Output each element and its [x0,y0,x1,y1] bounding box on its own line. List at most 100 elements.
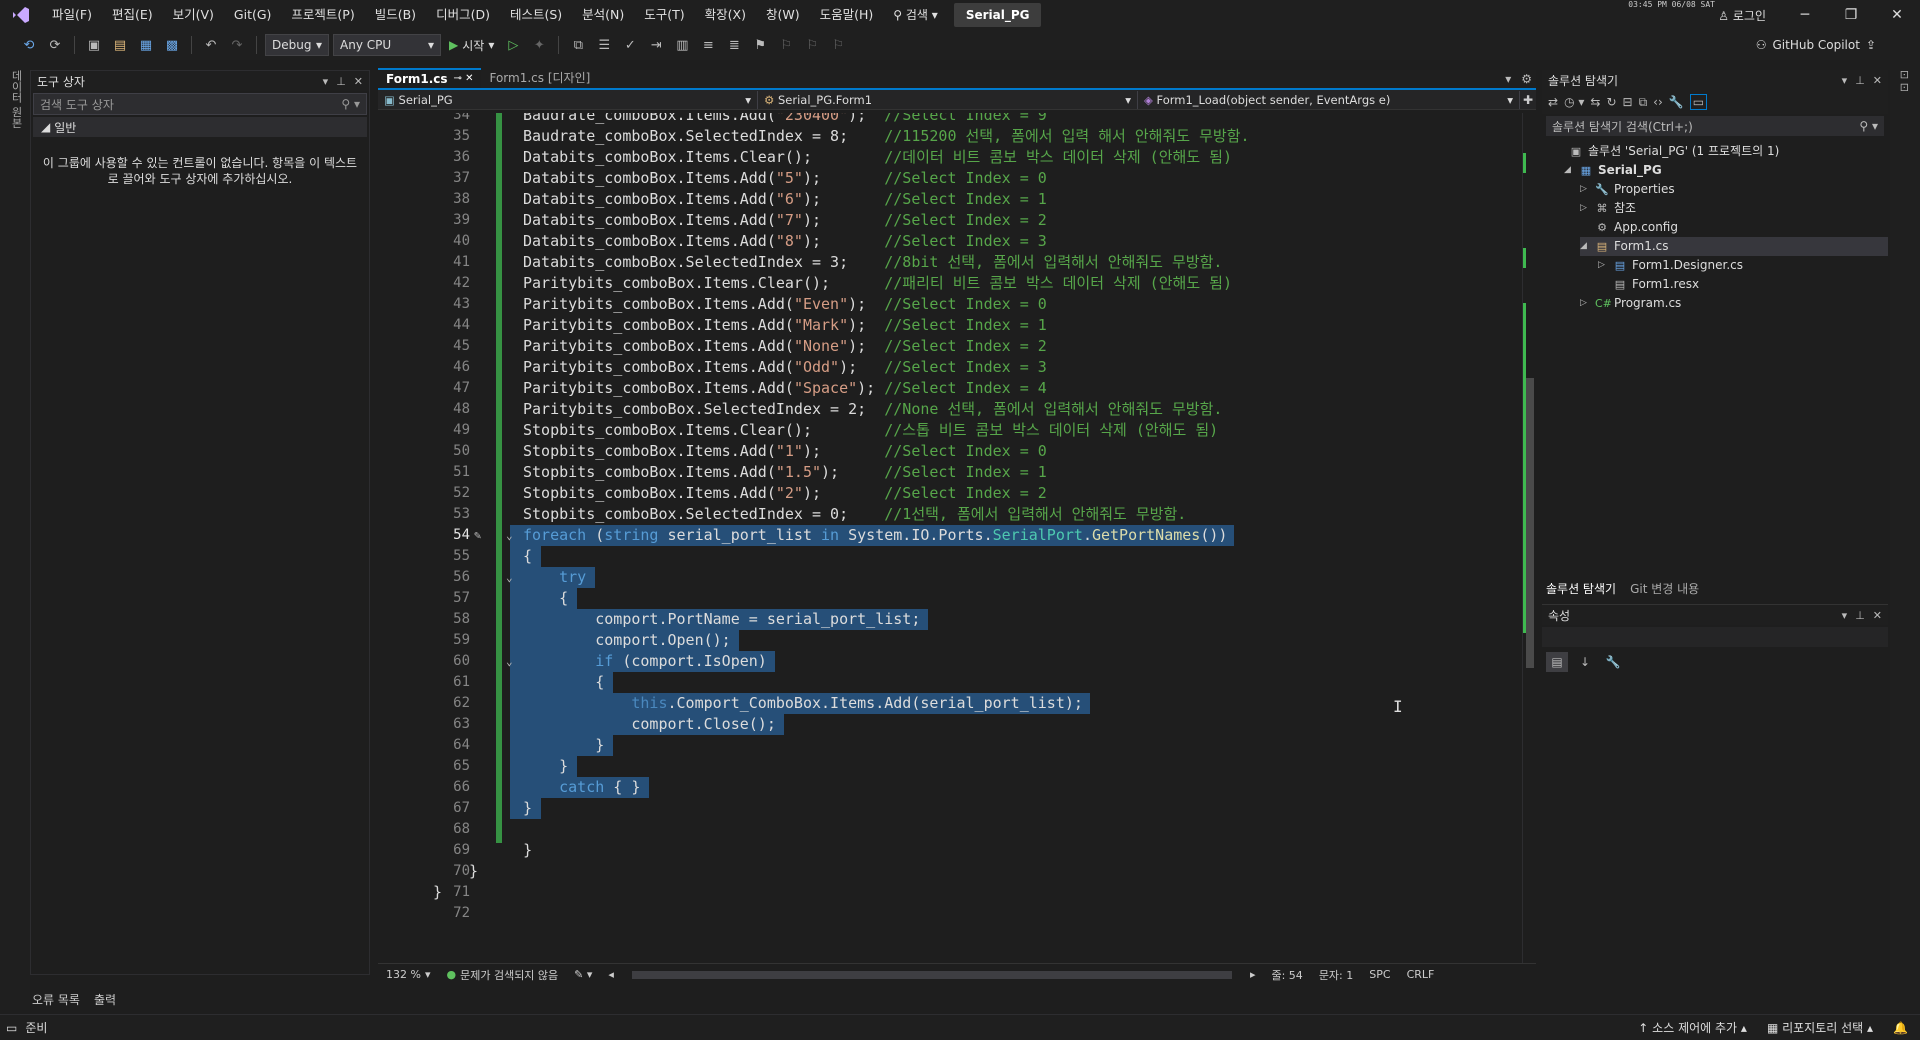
open-file-icon[interactable]: ▤ [109,34,131,56]
expand-arrow-icon[interactable]: ▷ [1580,199,1590,218]
menu-item[interactable]: 분석(N) [572,0,634,30]
code-line[interactable]: 68 [378,819,1518,840]
spell-check-icon[interactable]: ✓ [619,34,641,56]
code-text-area[interactable]: 34 Baudrate_comboBox.Items.Add("230400");… [378,113,1523,963]
save-all-icon[interactable]: ▩ [161,34,183,56]
code-line[interactable]: 53 Stopbits_comboBox.SelectedIndex = 0; /… [378,504,1518,525]
property-pages-icon[interactable]: 🔧 [1602,652,1624,672]
bookmark-clear-icon[interactable]: ⚐ [827,34,849,56]
bookmark-prev-icon[interactable]: ⚐ [775,34,797,56]
menu-item[interactable]: 창(W) [756,0,810,30]
menu-item[interactable]: Git(G) [224,0,282,30]
code-line[interactable]: 34 Baudrate_comboBox.Items.Add("230400");… [378,113,1518,126]
tab-error-list[interactable]: 오류 목록 [32,991,80,1008]
code-line[interactable]: 70 } [378,861,1518,882]
horizontal-scrollbar[interactable] [631,970,1232,979]
align-icon[interactable]: ▥ [671,34,693,56]
code-line[interactable]: 60 ⌄ if (comport.IsOpen) [378,651,1518,672]
step-icon[interactable]: ⇥ [645,34,667,56]
char-indicator[interactable]: 문자: 1 [1311,967,1361,983]
uncomment-icon[interactable]: ≣ [723,34,745,56]
redo-icon[interactable]: ↷ [226,34,248,56]
line-ending-indicator[interactable]: CRLF [1399,968,1443,981]
code-line[interactable]: 57 { [378,588,1518,609]
tree-item[interactable]: ▷ ▤ Form1.Designer.cs [1598,256,1743,275]
code-line[interactable]: 42 Paritybits_comboBox.Items.Clear(); //패… [378,273,1518,294]
code-line[interactable]: 48 Paritybits_comboBox.SelectedIndex = 2;… [378,399,1518,420]
vertical-scrollbar[interactable] [1522,113,1536,963]
repository-select-button[interactable]: ▦ 리포지토리 선택 ▴ [1767,1019,1873,1036]
code-line[interactable]: 50 Stopbits_comboBox.Items.Add("1"); //Se… [378,441,1518,462]
code-line[interactable]: 54 ⌄ ✎ foreach (string serial_port_list in … [378,525,1518,546]
menu-item[interactable]: 빌드(B) [365,0,426,30]
settings-gear-icon[interactable]: ⚙ [1521,72,1532,86]
tab-pin-close-icon[interactable]: ⊸ ✕ [454,69,474,89]
code-line[interactable]: 39 Databits_comboBox.Items.Add("7"); //Se… [378,210,1518,231]
project-nav-select[interactable]: ▣ Serial_PG ▾ [378,90,758,109]
menu-item[interactable]: 도구(T) [634,0,694,30]
pin-icon[interactable]: ⊥ [1855,74,1865,87]
code-line[interactable]: 62 this.Comport_ComboBox.Items.Add(seria… [378,693,1518,714]
menu-item[interactable]: 편집(E) [102,0,163,30]
member-nav-select[interactable]: ◈ Form1_Load(object sender, EventArgs e)… [1138,90,1520,109]
fold-chevron-icon[interactable]: ⌄ [506,567,513,588]
expand-arrow-icon[interactable]: ◢ [1564,161,1574,180]
search-icon[interactable]: ⚲ ▾ [1859,119,1878,133]
code-line[interactable]: 65 } [378,756,1518,777]
tree-item[interactable]: ▷ 🔧 Properties [1580,180,1675,199]
notifications-tab[interactable]: ⊡ ⊡ [1898,70,1911,92]
code-line[interactable]: 44 Paritybits_comboBox.Items.Add("Mark");… [378,315,1518,336]
code-line[interactable]: 52 Stopbits_comboBox.Items.Add("2"); //Se… [378,483,1518,504]
code-line[interactable]: 35 Baudrate_comboBox.SelectedIndex = 8; /… [378,126,1518,147]
tab-output[interactable]: 출력 [94,991,116,1008]
categorized-icon[interactable]: ▤ [1546,652,1568,672]
dropdown-icon[interactable]: ▾ [1842,74,1848,87]
expand-arrow-icon[interactable]: ◢ [1580,237,1590,256]
code-line[interactable]: 37 Databits_comboBox.Items.Add("5"); //Se… [378,168,1518,189]
bookmark-icon[interactable]: ⚑ [749,34,771,56]
close-icon[interactable]: ✕ [1873,74,1882,87]
scrollbar-thumb[interactable] [1526,378,1534,668]
code-line[interactable]: 43 Paritybits_comboBox.Items.Add("Even");… [378,294,1518,315]
code-line[interactable]: 69 } [378,840,1518,861]
code-line[interactable]: 47 Paritybits_comboBox.Items.Add("Space")… [378,378,1518,399]
login-button[interactable]: ♙ 로그인 [1702,7,1782,24]
split-editor-icon[interactable]: ✚ [1520,93,1536,107]
code-line[interactable]: 66 catch { } [378,777,1518,798]
line-indicator[interactable]: 줄: 54 [1263,967,1310,983]
save-icon[interactable]: ▦ [135,34,157,56]
history-icon[interactable]: ◷ ▾ [1564,95,1584,109]
scroll-left-icon[interactable]: ◂ [600,968,622,981]
tree-item[interactable]: ▣ 솔루션 'Serial_PG' (1 프로젝트의 1) [1554,142,1780,161]
code-line[interactable]: 64 } [378,735,1518,756]
view-code-icon[interactable]: ‹› [1653,95,1663,109]
bookmark-next-icon[interactable]: ⚐ [801,34,823,56]
search-menu[interactable]: ⚲ 검색 ▾ [883,0,948,30]
code-line[interactable]: 49 Stopbits_comboBox.Items.Clear(); //스톱 … [378,420,1518,441]
scroll-right-icon[interactable]: ▸ [1242,968,1264,981]
class-nav-select[interactable]: ⚙ Serial_PG.Form1 ▾ [758,90,1138,109]
minimize-icon[interactable]: ─ [1782,0,1828,30]
code-line[interactable]: 36 Databits_comboBox.Items.Clear(); //데이터… [378,147,1518,168]
tree-item[interactable]: ⚙ App.config [1580,218,1678,237]
code-line[interactable]: 55 { [378,546,1518,567]
properties-wrench-icon[interactable]: 🔧 [1669,95,1684,109]
menu-item[interactable]: 디버그(D) [426,0,500,30]
close-icon[interactable]: ✕ [354,75,363,88]
expand-arrow-icon[interactable]: ▷ [1580,180,1590,199]
undo-icon[interactable]: ↶ [200,34,222,56]
tab-solution-explorer[interactable]: 솔루션 탐색기 [1546,580,1616,597]
alphabetical-icon[interactable]: ↓ [1574,652,1596,672]
tree-item[interactable]: ◢ ▤ Form1.cs [1580,237,1888,256]
code-line[interactable]: 71} [378,882,1518,903]
comment-icon[interactable]: ≡ [697,34,719,56]
navigate-forward-icon[interactable]: ⟳ [44,34,66,56]
data-sources-tab[interactable]: 데이터 원본 [8,70,24,129]
visual-studio-logo-icon[interactable] [0,0,42,30]
search-icon[interactable]: ⚲ ▾ [341,97,360,111]
tab-form1-designer[interactable]: Form1.cs [디자인] [481,68,598,88]
fold-chevron-icon[interactable]: ⌄ [506,525,513,546]
code-line[interactable]: 40 Databits_comboBox.Items.Add("8"); //Se… [378,231,1518,252]
share-icon[interactable]: ⇪ [1866,38,1876,52]
tree-item[interactable]: ▷ ⌘ 참조 [1580,199,1636,218]
